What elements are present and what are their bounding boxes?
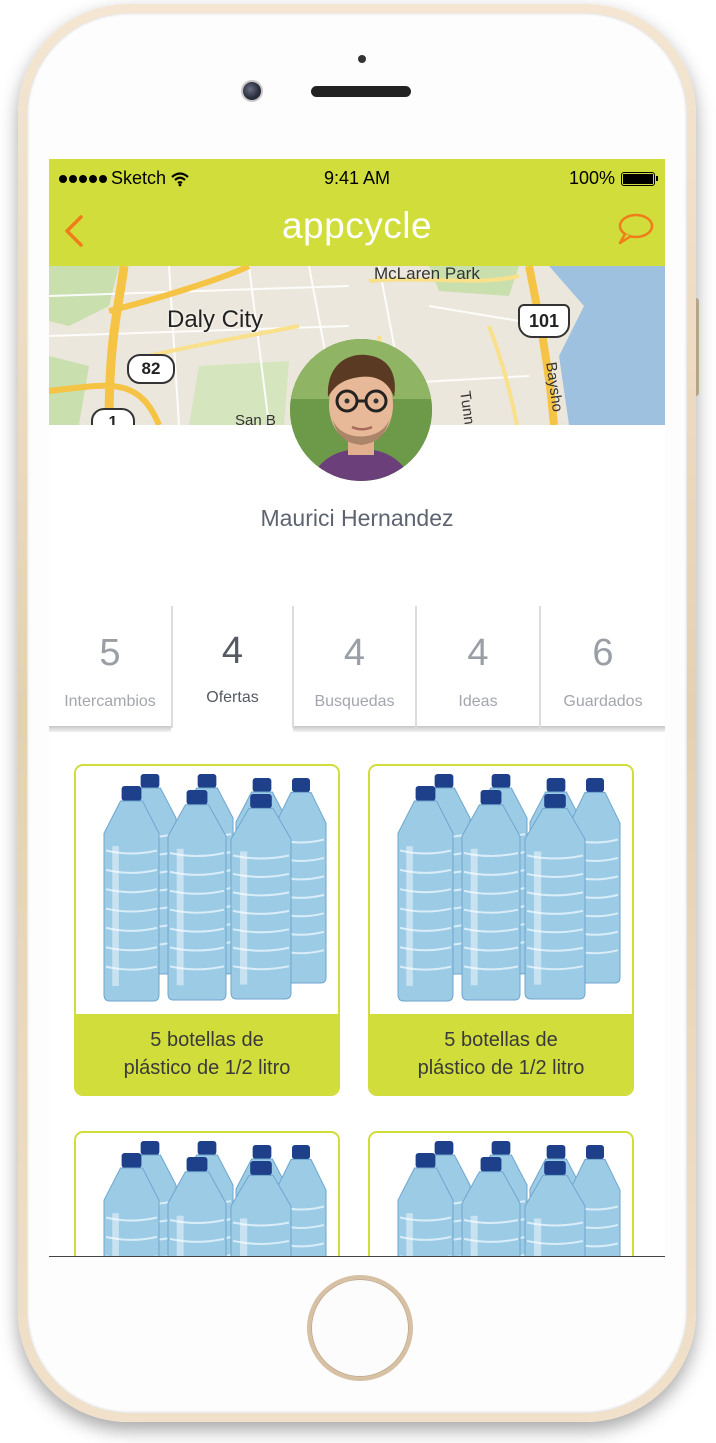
offer-card[interactable]	[368, 1131, 634, 1256]
offer-title-line2: plástico de 1/2 litro	[123, 1057, 291, 1079]
tab-intercambios[interactable]: 5 Intercambios	[49, 606, 171, 729]
tab-label: Busquedas	[314, 693, 395, 710]
tab-count: 4	[467, 632, 489, 674]
proximity-sensor	[358, 55, 366, 63]
map-label-daly-city: Daly City	[167, 306, 264, 333]
tab-count: 6	[592, 632, 614, 674]
tab-label: Ideas	[458, 693, 498, 710]
water-bottles-image	[103, 1141, 327, 1256]
earpiece-speaker	[311, 86, 411, 97]
profile-name: Maurici Hernandez	[260, 505, 454, 531]
avatar[interactable]	[290, 339, 432, 481]
offer-title-line1: 5 botellas de	[444, 1029, 558, 1051]
route-101-badge: 101	[518, 304, 570, 338]
water-bottles-image	[397, 1141, 621, 1256]
app-screen: Sketch 9:41 AM 100% appcycle McLaren Par…	[49, 159, 665, 1257]
map-label-mclaren: McLaren Park	[374, 266, 480, 283]
tab-label: Guardados	[563, 693, 643, 710]
water-bottles-image	[103, 774, 327, 1002]
offer-title-line2: plástico de 1/2 litro	[417, 1057, 585, 1079]
tab-count: 4	[221, 630, 244, 672]
battery-percent: 100%	[568, 168, 615, 188]
top-bar: Sketch 9:41 AM 100% appcycle	[49, 159, 665, 266]
tab-label: Ofertas	[206, 689, 259, 706]
tab-count: 4	[343, 632, 366, 674]
front-camera	[241, 80, 263, 102]
route-82-badge: 82	[127, 354, 175, 384]
route-1-badge: 1	[91, 408, 135, 425]
avatar-photo	[290, 339, 432, 481]
offer-card[interactable]: 5 botellas de plástico de 1/2 litro	[74, 764, 340, 1096]
profile-tabs: 5 Intercambios 4 Ofertas 4 Busquedas 4 I…	[49, 606, 665, 732]
tab-busquedas[interactable]: 4 Busquedas	[294, 606, 415, 729]
battery-icon	[621, 171, 658, 186]
home-button[interactable]	[307, 1275, 413, 1381]
offer-caption: 5 botellas de plástico de 1/2 litro	[370, 1014, 632, 1094]
nav-bar: appcycle	[49, 197, 665, 266]
map-label-san-bruno: San B	[235, 412, 276, 425]
offer-caption: 5 botellas de plástico de 1/2 litro	[76, 1014, 338, 1094]
tab-count: 5	[99, 632, 121, 674]
tab-guardados[interactable]: 6 Guardados	[541, 606, 665, 729]
status-right: 100%	[568, 168, 658, 189]
status-bar: Sketch 9:41 AM 100%	[49, 159, 665, 197]
water-bottles-image	[397, 774, 621, 1002]
speech-bubble-icon[interactable]	[615, 211, 655, 247]
offer-card[interactable]: 5 botellas de plástico de 1/2 litro	[368, 764, 634, 1096]
tab-ideas[interactable]: 4 Ideas	[417, 606, 539, 729]
tab-ofertas[interactable]: 4 Ofertas	[173, 606, 292, 729]
offer-card[interactable]	[74, 1131, 340, 1256]
tab-label: Intercambios	[64, 693, 156, 710]
offer-title-line1: 5 botellas de	[150, 1029, 264, 1051]
brand-logo: appcycle	[281, 205, 433, 246]
